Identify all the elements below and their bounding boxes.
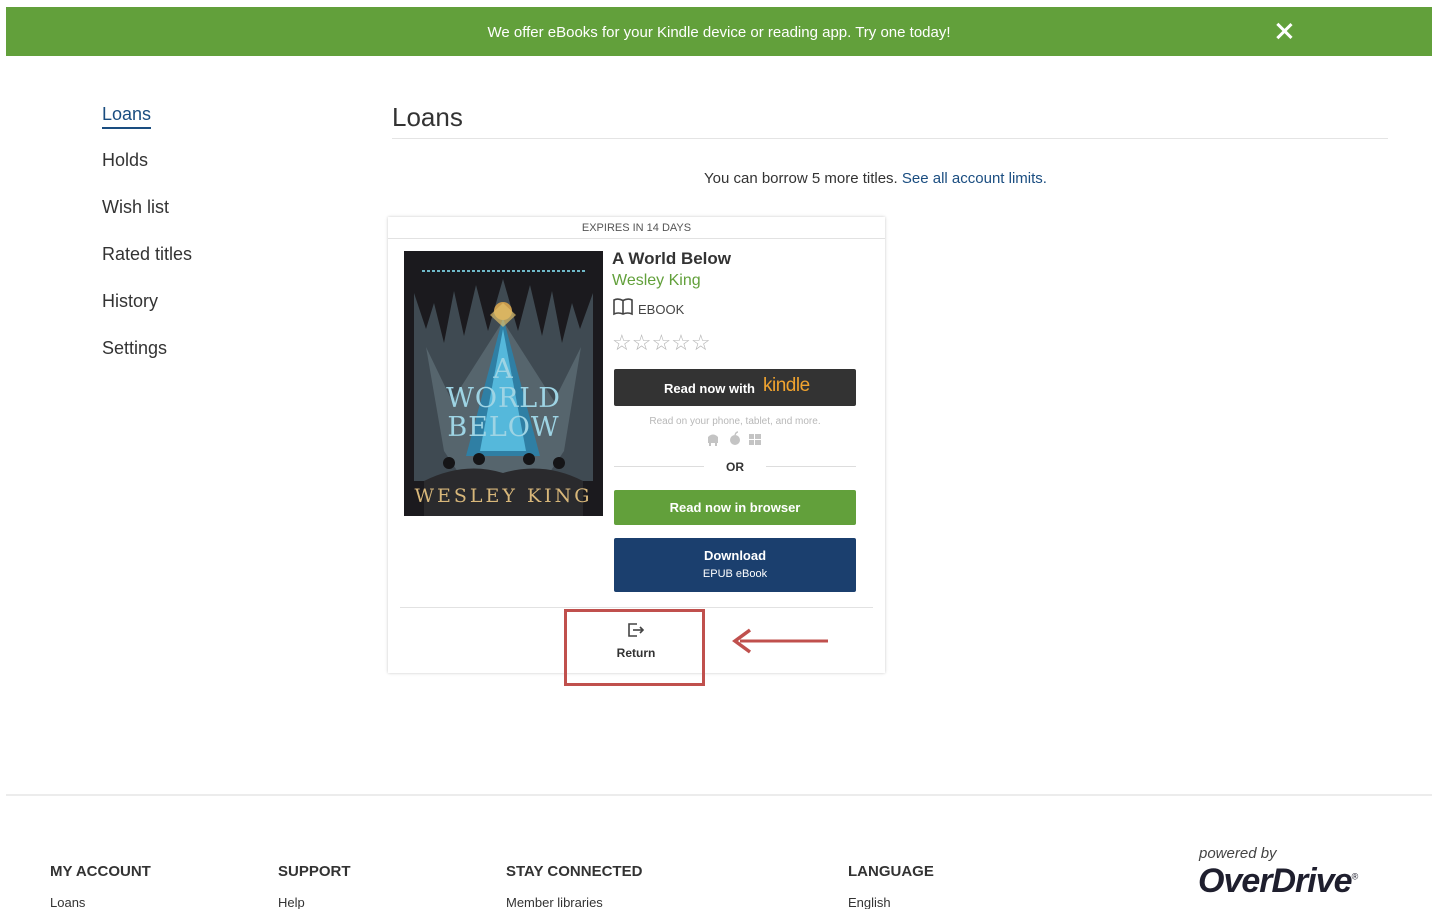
sidebar-item-rated-titles[interactable]: Rated titles	[102, 244, 192, 265]
format-label: EBOOK	[638, 302, 685, 317]
footer-link-english[interactable]: English	[848, 895, 891, 909]
cover-title-line: A	[493, 354, 514, 385]
close-icon[interactable]	[1272, 19, 1296, 43]
banner-text: We offer eBooks for your Kindle device o…	[487, 24, 951, 41]
book-title[interactable]: A World Below	[612, 249, 731, 269]
page-title: Loans	[392, 102, 463, 132]
cover-title-line: WORLD	[446, 383, 561, 414]
footer-heading-stay-connected: STAY CONNECTED	[506, 863, 643, 880]
pointer-arrow-icon	[732, 628, 828, 654]
sidebar-item-settings[interactable]: Settings	[102, 338, 167, 359]
overdrive-logo-text: OverDrive	[1198, 862, 1353, 900]
footer-link-member-libraries[interactable]: Member libraries	[506, 895, 603, 909]
powered-by-text: powered by	[1199, 845, 1277, 862]
platform-icons	[708, 431, 761, 446]
download-button-format: EPUB eBook	[702, 568, 768, 580]
download-button-label: Download	[703, 548, 767, 563]
book-cover[interactable]: A WORLD BELOW WESLEY KING	[404, 251, 603, 516]
or-label: OR	[726, 460, 744, 474]
footer-link-help[interactable]: Help	[278, 895, 305, 909]
cover-title-line: BELOW	[447, 412, 560, 443]
footer-link-loans[interactable]: Loans	[50, 895, 85, 909]
download-epub-button[interactable]: Download EPUB eBook	[614, 538, 856, 592]
read-hint: Read on your phone, tablet, and more.	[649, 416, 821, 427]
highlight-box	[564, 609, 705, 686]
format-indicator: EBOOK	[612, 297, 684, 319]
cover-author: WESLEY KING	[414, 485, 593, 507]
sidebar-item-loans[interactable]: Loans	[102, 104, 152, 129]
borrow-limits: You can borrow 5 more titles. See all ac…	[704, 170, 1047, 187]
kindle-button-label: Read now with	[664, 381, 755, 396]
read-in-browser-button[interactable]: Read now in browser	[614, 490, 856, 525]
card-divider	[400, 607, 873, 608]
footer-heading-my-account: MY ACCOUNT	[50, 863, 151, 880]
promo-banner: We offer eBooks for your Kindle device o…	[6, 7, 1432, 56]
overdrive-logo: OverDrive®	[1198, 862, 1358, 900]
android-icon	[708, 434, 718, 446]
windows-icon	[749, 434, 761, 445]
footer-divider	[6, 794, 1432, 796]
account-limits-link[interactable]: See all account limits.	[902, 170, 1047, 187]
star-rating[interactable]: ☆☆☆☆☆	[612, 330, 711, 356]
sidebar-item-holds[interactable]: Holds	[102, 150, 148, 171]
open-book-icon	[613, 298, 633, 316]
loan-card: EXPIRES IN 14 DAYS A WORLD BELOW WESLEY …	[388, 217, 885, 673]
footer-heading-support: SUPPORT	[278, 863, 351, 880]
borrow-limits-text: You can borrow 5 more titles.	[704, 170, 898, 187]
apple-icon	[730, 431, 740, 445]
expiry-label: EXPIRES IN 14 DAYS	[388, 217, 885, 239]
footer-heading-language: LANGUAGE	[848, 863, 934, 880]
sidebar-item-wish-list[interactable]: Wish list	[102, 197, 169, 218]
read-with-kindle-button[interactable]: Read now with kindle	[614, 369, 856, 406]
title-divider	[392, 138, 1388, 139]
kindle-logo: kindle	[763, 375, 810, 396]
book-author-link[interactable]: Wesley King	[612, 272, 701, 290]
sidebar-item-history[interactable]: History	[102, 291, 158, 312]
